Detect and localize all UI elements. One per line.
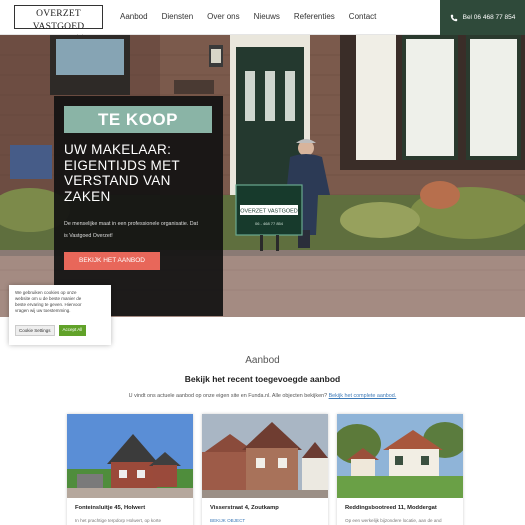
property-description: In het prachtige terpdorp Holwert, op ko…	[75, 518, 162, 523]
section-intro-text: U vindt ons actuele aanbod op onze eigen…	[128, 393, 328, 399]
hero-section: OVERZET VASTGOED 06 - 468 77 854 TE KOOP…	[0, 35, 525, 317]
nav-item-aanbod[interactable]: Aanbod	[120, 12, 148, 21]
property-card[interactable]: Fonteinsluitje 45, Holwert In het pracht…	[67, 414, 193, 525]
property-title: Reddingsbootreed 11, Moddergat	[345, 505, 437, 511]
property-photo	[202, 414, 328, 498]
cookie-buttons: Cookie Settings Accept All	[15, 325, 87, 336]
property-card[interactable]: Reddingsbootreed 11, Moddergat Op een we…	[337, 414, 463, 525]
cookie-text: We gebruiken cookies op onze website om …	[15, 290, 105, 314]
for-sale-badge: TE KOOP	[64, 106, 212, 133]
hero-card: TE KOOP UW MAKELAAR: EIGENTIJDS MET VERS…	[54, 96, 223, 316]
hero-title: UW MAKELAAR: EIGENTIJDS MET VERSTAND VAN…	[64, 142, 180, 204]
sign-name: OVERZET VASTGOED	[240, 209, 298, 215]
section-intro: U vindt ons actuele aanbod op onze eigen…	[0, 393, 525, 399]
property-photo	[67, 414, 193, 498]
cookie-text-line-4: vragen wij uw toestemming.	[15, 308, 71, 313]
property-link[interactable]: Bekijk object	[210, 518, 245, 523]
call-button[interactable]: Bel 06 468 77 854	[440, 0, 525, 35]
cookie-accept-button[interactable]: Accept All	[58, 325, 87, 336]
nav-item-nieuws[interactable]: Nieuws	[254, 12, 280, 21]
nav-item-diensten[interactable]: Diensten	[162, 12, 194, 21]
sign-phone: 06 - 468 77 854	[255, 221, 284, 226]
cookie-settings-button[interactable]: Cookie Settings	[15, 325, 55, 336]
main-nav: Aanbod Diensten Over ons Nieuws Referent…	[120, 12, 390, 21]
hero-text-line-2: is Vastgoed Overzet!	[64, 233, 113, 239]
section-kicker: Aanbod	[245, 355, 280, 366]
property-card[interactable]: Visserstraat 4, Zoutkamp Bekijk object	[202, 414, 328, 525]
nav-item-referenties[interactable]: Referenties	[294, 12, 335, 21]
property-title: Fonteinsluitje 45, Holwert	[75, 505, 146, 511]
property-photo	[337, 414, 463, 498]
cookie-banner: We gebruiken cookies op onze website om …	[9, 285, 111, 345]
phone-icon	[450, 14, 457, 21]
hero-text-line-1: De menselijke maat in een professionele …	[64, 221, 198, 227]
logo-name: OVERZET VASTGOED	[32, 9, 85, 32]
call-button-label: Bel 06 468 77 854	[462, 14, 516, 21]
nav-item-contact[interactable]: Contact	[349, 12, 377, 21]
section-title: Bekijk het recent toegevoegde aanbod	[184, 374, 341, 384]
all-listings-link[interactable]: Bekijk het complete aanbod.	[329, 393, 397, 399]
nav-item-over-ons[interactable]: Over ons	[207, 12, 239, 21]
hero-text: De menselijke maat in een professionele …	[64, 218, 216, 242]
property-description: Op een werkelijk bijzondere locatie, aan…	[345, 518, 442, 523]
view-listings-button[interactable]: BEKIJK HET AANBOD	[64, 252, 160, 270]
site-header: OVERZET VASTGOED www.overzetvastgoed.nl …	[0, 0, 525, 39]
site-logo[interactable]: OVERZET VASTGOED www.overzetvastgoed.nl	[14, 5, 103, 39]
property-title: Visserstraat 4, Zoutkamp	[210, 505, 279, 511]
